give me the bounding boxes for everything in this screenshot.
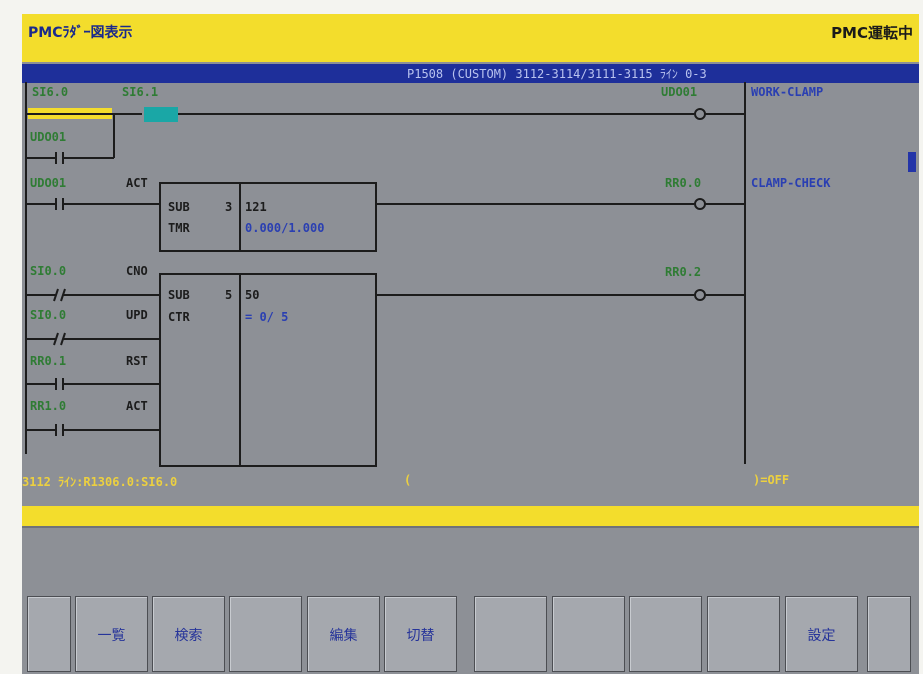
ladder-diagram: SI6.0 SI6.1 UDO01 WORK-CLAMP UDO01 UDO01… (25, 82, 916, 467)
timer-func: SUB (168, 200, 190, 214)
rung3-coil-address[interactable]: RR0.2 (665, 265, 701, 279)
cnt-input2-address[interactable]: SI0.0 (30, 308, 66, 322)
cnc-screen: PMCﾗﾀﾞｰ図表示 PMC運転中 P1508 (CUSTOM) 3112-31… (22, 14, 919, 674)
counter-num: 5 (225, 288, 232, 302)
softkey-blank-1[interactable] (229, 596, 302, 672)
rung2-comment: CLAMP-CHECK (751, 176, 831, 190)
rung2-act-label: ACT (126, 176, 148, 190)
message-line: 3112 ﾗｲﾝ:R1306.0:SI6.0 ( )=OFF (22, 469, 919, 493)
softkey-blank-2[interactable] (474, 596, 547, 672)
timer-value: 0.000/1.000 (245, 221, 324, 235)
timer-param: 121 (245, 200, 267, 214)
softkey-settings[interactable]: 設定 (785, 596, 858, 672)
softkey-switch[interactable]: 切替 (384, 596, 457, 672)
softkey-left-arrow[interactable] (27, 596, 71, 672)
rung1-parallel-address[interactable]: UDO01 (30, 130, 66, 144)
rung2-coil-address[interactable]: RR0.0 (665, 176, 701, 190)
timer-block[interactable] (159, 182, 377, 252)
counter-block[interactable] (159, 273, 377, 467)
rung1-comment: WORK-CLAMP (751, 85, 823, 99)
softkey-list[interactable]: 一覧 (75, 596, 148, 672)
counter-type: CTR (168, 310, 190, 324)
counter-param: 50 (245, 288, 259, 302)
scroll-marker[interactable] (908, 152, 916, 172)
rung1-coil-address[interactable]: UDO01 (661, 85, 697, 99)
softkey-edit[interactable]: 編集 (307, 596, 380, 672)
cnt-input3-label: RST (126, 354, 148, 368)
rung1-contact2-address[interactable]: SI6.1 (122, 85, 158, 99)
counter-func: SUB (168, 288, 190, 302)
message-right: )=OFF (753, 473, 790, 487)
counter-count: = 0/ 5 (245, 310, 288, 324)
cnt-input4-address[interactable]: RR1.0 (30, 399, 66, 413)
rung2-coil[interactable] (694, 198, 706, 210)
softkey-search[interactable]: 検索 (152, 596, 225, 672)
softkey-blank-4[interactable] (629, 596, 702, 672)
cnt-input1-label: CNO (126, 264, 148, 278)
softkey-blank-5[interactable] (707, 596, 780, 672)
message-mid: ( (404, 473, 412, 487)
cnt-input4-label: ACT (126, 399, 148, 413)
cnt-input2-label: UPD (126, 308, 148, 322)
cnt-input1-address[interactable]: SI0.0 (30, 264, 66, 278)
timer-num: 3 (225, 200, 232, 214)
timer-type: TMR (168, 221, 190, 235)
cnt-input3-address[interactable]: RR0.1 (30, 354, 66, 368)
rung1-coil[interactable] (694, 108, 706, 120)
rung1-contact1-address[interactable]: SI6.0 (32, 85, 68, 99)
softkey-right-arrow[interactable] (867, 596, 911, 672)
rung2-contact-address[interactable]: UDO01 (30, 176, 66, 190)
softkey-bar: 一覧 検索 編集 切替 設定 (22, 594, 919, 674)
status-band (22, 506, 919, 526)
key-input-area[interactable] (22, 526, 919, 593)
rung3-coil[interactable] (694, 289, 706, 301)
message-left: 3112 ﾗｲﾝ:R1306.0:SI6.0 (22, 475, 178, 489)
softkey-blank-3[interactable] (552, 596, 625, 672)
selected-contact[interactable] (144, 107, 178, 122)
